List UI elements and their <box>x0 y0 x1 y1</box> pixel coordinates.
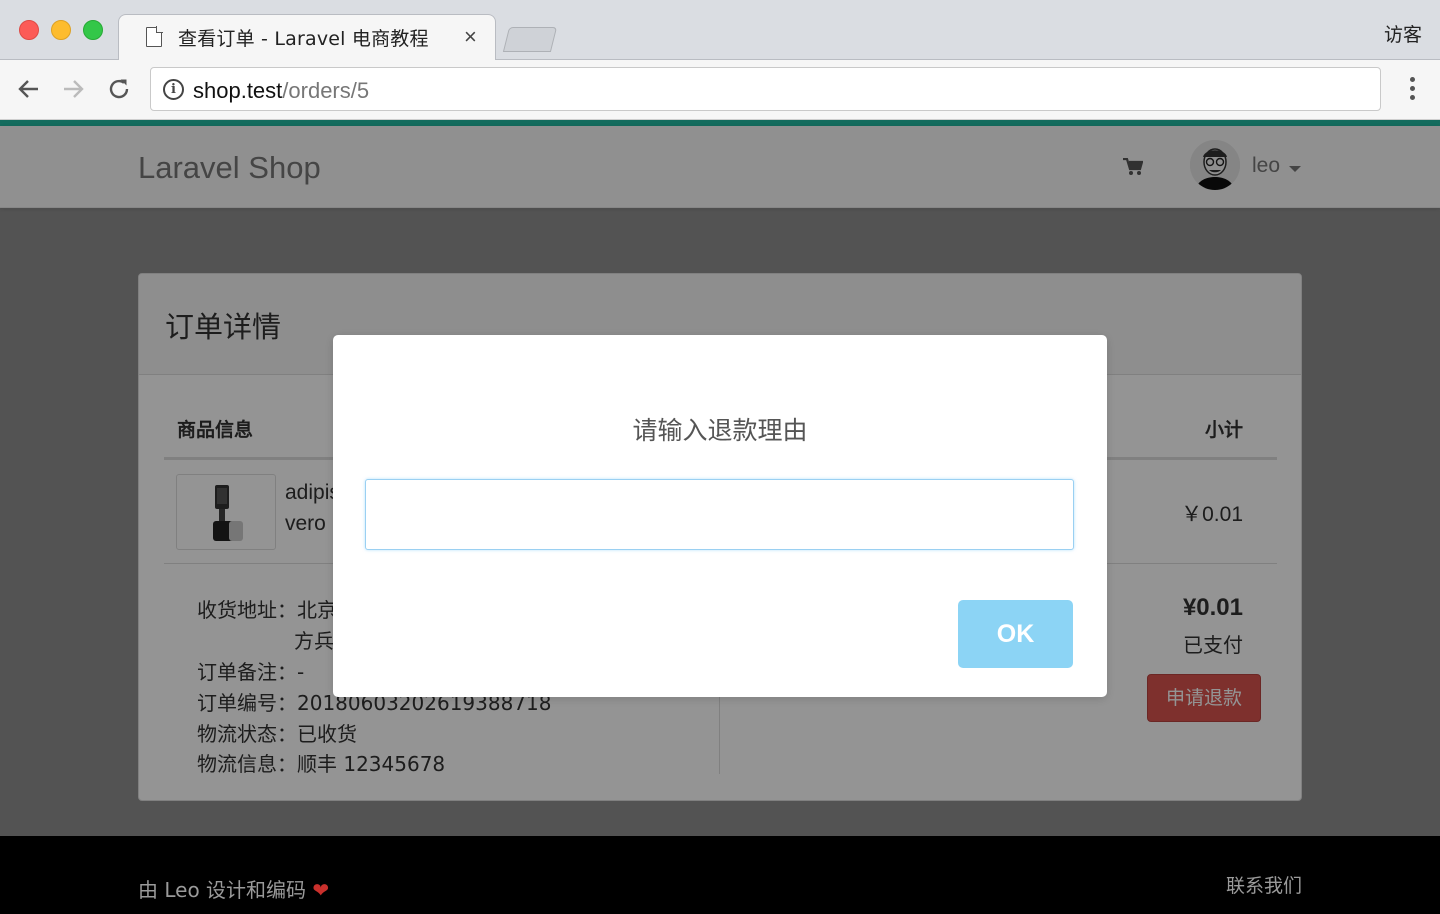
forward-arrow-icon[interactable] <box>60 76 86 107</box>
site-footer: 由 Leo 设计和编码 ❤ 联系我们 <box>0 836 1440 914</box>
url-host: shop.test <box>193 78 283 103</box>
refund-reason-dialog: 请输入退款理由 OK <box>333 335 1107 697</box>
refund-reason-input[interactable] <box>365 479 1074 550</box>
window-zoom-button[interactable] <box>83 20 103 40</box>
ok-button[interactable]: OK <box>958 600 1073 668</box>
window-minimize-button[interactable] <box>51 20 71 40</box>
address-bar[interactable]: i shop.test/orders/5 <box>150 67 1381 111</box>
heart-icon: ❤ <box>312 878 330 902</box>
close-icon[interactable]: × <box>464 24 477 50</box>
info-icon[interactable]: i <box>163 79 184 100</box>
menu-kebab-icon[interactable] <box>1410 77 1416 103</box>
url-path: /orders/5 <box>282 78 370 103</box>
footer-credit-text: 由 Leo 设计和编码 <box>138 878 307 902</box>
guest-profile-label[interactable]: 访客 <box>1384 20 1422 47</box>
dialog-title: 请输入退款理由 <box>632 416 808 445</box>
url-text: shop.test/orders/5 <box>193 78 369 104</box>
browser-tab-strip: 查看订单 - Laravel 电商教程 × 访客 <box>0 0 1440 61</box>
document-icon <box>146 26 163 47</box>
tab-title: 查看订单 - Laravel 电商教程 <box>178 28 429 50</box>
window-close-button[interactable] <box>19 20 39 40</box>
new-tab-button[interactable] <box>502 27 558 52</box>
reload-icon[interactable] <box>106 76 132 107</box>
footer-credit: 由 Leo 设计和编码 ❤ <box>138 874 329 903</box>
browser-toolbar: i shop.test/orders/5 <box>0 60 1440 120</box>
back-arrow-icon[interactable] <box>16 76 42 107</box>
contact-us-link[interactable]: 联系我们 <box>1226 871 1302 898</box>
